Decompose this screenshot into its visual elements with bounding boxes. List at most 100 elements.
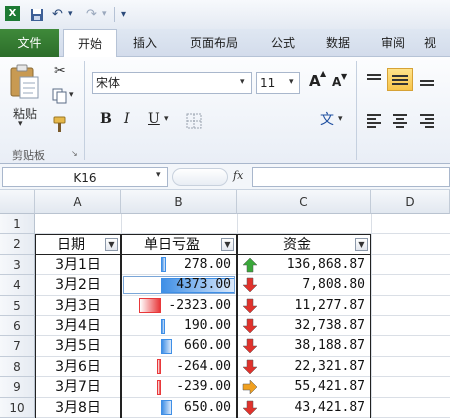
table-header-fund: 资金 xyxy=(237,234,371,255)
paste-button-label[interactable]: 粘贴 xyxy=(10,105,40,122)
row-header[interactable]: 10 xyxy=(0,397,35,418)
fund-cell[interactable]: 55,421.87 xyxy=(237,377,365,397)
font-name-box[interactable]: 宋体 xyxy=(92,72,252,94)
paste-icon[interactable] xyxy=(6,63,42,107)
group-separator xyxy=(356,61,357,160)
row-header[interactable]: 2 xyxy=(0,234,35,255)
align-top-icon[interactable] xyxy=(365,72,383,92)
font-size-dropdown-icon[interactable]: ▾ xyxy=(289,77,294,87)
align-bottom-icon[interactable] xyxy=(418,72,436,94)
table-header-pl: 单日亏盈 xyxy=(121,234,237,255)
column-header-c[interactable]: C xyxy=(237,190,371,214)
pl-cell[interactable]: -264.00 xyxy=(121,357,231,377)
redo-dropdown-icon[interactable]: ▾ xyxy=(102,0,107,29)
cell-highlight xyxy=(123,276,235,295)
excel-logo-icon: X xyxy=(5,6,20,21)
cut-icon[interactable]: ✂ xyxy=(54,63,66,79)
pl-cell[interactable]: -239.00 xyxy=(121,377,231,397)
shrink-font-icon: ▼ xyxy=(341,72,348,81)
fund-cell[interactable]: 11,277.87 xyxy=(237,296,365,316)
tab-home[interactable]: 开始 xyxy=(63,29,117,58)
date-cell[interactable]: 3月3日 xyxy=(35,296,121,316)
date-cell[interactable]: 3月2日 xyxy=(35,275,121,295)
tab-page-layout[interactable]: 页面布局 xyxy=(176,29,252,57)
row-header[interactable]: 7 xyxy=(0,336,35,357)
tab-file[interactable]: 文件 xyxy=(0,29,59,57)
borders-icon[interactable] xyxy=(186,113,202,133)
phonetic-dropdown-icon[interactable]: ▾ xyxy=(338,114,343,124)
date-cell[interactable]: 3月6日 xyxy=(35,357,121,377)
copy-icon[interactable] xyxy=(52,88,68,107)
shrink-font-button[interactable]: A xyxy=(332,75,341,89)
clipboard-launcher-icon[interactable]: ↘ xyxy=(71,149,78,158)
paste-dropdown-icon[interactable]: ▾ xyxy=(18,119,23,129)
ribbon: 粘贴 ▾ ✂ ▾ 剪贴板 ↘ 宋体 ▾ 11 ▾ A ▲ A ▼ B I U ▾… xyxy=(0,57,450,164)
redo-icon[interactable]: ↷ xyxy=(86,0,97,29)
fund-cell[interactable]: 7,808.80 xyxy=(237,275,365,295)
pl-cell[interactable]: -2323.00 xyxy=(121,296,231,316)
date-cell[interactable]: 3月8日 xyxy=(35,398,121,418)
fund-cell[interactable]: 22,321.87 xyxy=(237,357,365,377)
row-header[interactable]: 3 xyxy=(0,254,35,276)
column-header-d[interactable]: D xyxy=(371,190,450,214)
formula-bar: K16 ▾ fx xyxy=(0,164,450,190)
date-cell[interactable]: 3月7日 xyxy=(35,377,121,397)
row-header[interactable]: 5 xyxy=(0,295,35,316)
font-name-dropdown-icon[interactable]: ▾ xyxy=(240,77,245,87)
fund-cell[interactable]: 136,868.87 xyxy=(237,255,365,275)
align-center-icon[interactable] xyxy=(391,112,409,132)
align-right-icon[interactable] xyxy=(418,112,436,132)
fund-cell[interactable]: 38,188.87 xyxy=(237,336,365,356)
row-header[interactable]: 4 xyxy=(0,275,35,296)
tab-data[interactable]: 数据 xyxy=(313,29,363,57)
customize-qat-icon[interactable]: ▾ xyxy=(121,0,126,29)
tab-formulas[interactable]: 公式 xyxy=(258,29,308,57)
copy-dropdown-icon[interactable]: ▾ xyxy=(69,90,74,100)
formula-controls xyxy=(172,168,228,186)
pl-cell[interactable]: 278.00 xyxy=(121,255,231,275)
date-cell[interactable]: 3月1日 xyxy=(35,255,121,275)
tab-view[interactable]: 视 xyxy=(424,29,450,57)
date-cell[interactable]: 3月5日 xyxy=(35,336,121,356)
group-separator xyxy=(84,61,85,160)
formula-input[interactable] xyxy=(252,167,450,187)
column-header-a[interactable]: A xyxy=(35,190,121,214)
filter-dropdown-icon[interactable]: ▼ xyxy=(105,237,118,251)
date-cell[interactable]: 3月4日 xyxy=(35,316,121,336)
align-left-icon[interactable] xyxy=(365,112,383,132)
row-header[interactable]: 6 xyxy=(0,316,35,337)
worksheet-grid[interactable]: A B C D 1 2 3 4 5 6 7 8 9 10 日期 ▼ 单日亏盈 ▼ 资金 ▼ 3月1日 278.0… xyxy=(0,190,450,418)
undo-icon[interactable]: ↶ xyxy=(52,0,63,29)
tab-insert[interactable]: 插入 xyxy=(120,29,170,57)
undo-dropdown-icon[interactable]: ▾ xyxy=(68,0,73,29)
italic-button[interactable]: I xyxy=(124,111,130,127)
bold-button[interactable]: B xyxy=(100,111,112,127)
insert-function-button[interactable]: fx xyxy=(233,169,243,182)
filter-dropdown-icon[interactable]: ▼ xyxy=(221,237,234,251)
pl-cell[interactable]: 650.00 xyxy=(121,398,231,418)
format-painter-icon[interactable] xyxy=(52,115,70,136)
row-header[interactable]: 9 xyxy=(0,377,35,398)
tab-review[interactable]: 审阅 xyxy=(368,29,418,57)
ribbon-tabs: 文件 开始 插入 页面布局 公式 数据 审阅 视 xyxy=(0,29,450,58)
name-box-dropdown-icon[interactable]: ▾ xyxy=(156,170,161,180)
underline-button[interactable]: U xyxy=(148,111,160,127)
align-middle-icon[interactable] xyxy=(387,68,413,91)
gridline xyxy=(371,214,372,418)
filter-dropdown-icon[interactable]: ▼ xyxy=(355,237,368,251)
clipboard-group-label: 剪贴板 xyxy=(12,149,45,162)
pl-cell[interactable]: 190.00 xyxy=(121,316,231,336)
quick-access-toolbar: X ↶ ▾ ↷ ▾ ▾ xyxy=(0,0,450,29)
underline-dropdown-icon[interactable]: ▾ xyxy=(164,114,169,124)
pl-cell[interactable]: 660.00 xyxy=(121,336,231,356)
column-header-b[interactable]: B xyxy=(121,190,237,214)
fund-cell[interactable]: 32,738.87 xyxy=(237,316,365,336)
phonetic-button[interactable]: 文 xyxy=(320,109,334,129)
row-header[interactable]: 8 xyxy=(0,356,35,378)
name-box[interactable]: K16 xyxy=(2,167,168,187)
qat-separator xyxy=(114,7,115,22)
fund-cell[interactable]: 43,421.87 xyxy=(237,398,365,418)
row-header[interactable]: 1 xyxy=(0,214,35,235)
select-all-corner[interactable] xyxy=(0,190,35,214)
grow-font-button[interactable]: A xyxy=(309,72,321,90)
